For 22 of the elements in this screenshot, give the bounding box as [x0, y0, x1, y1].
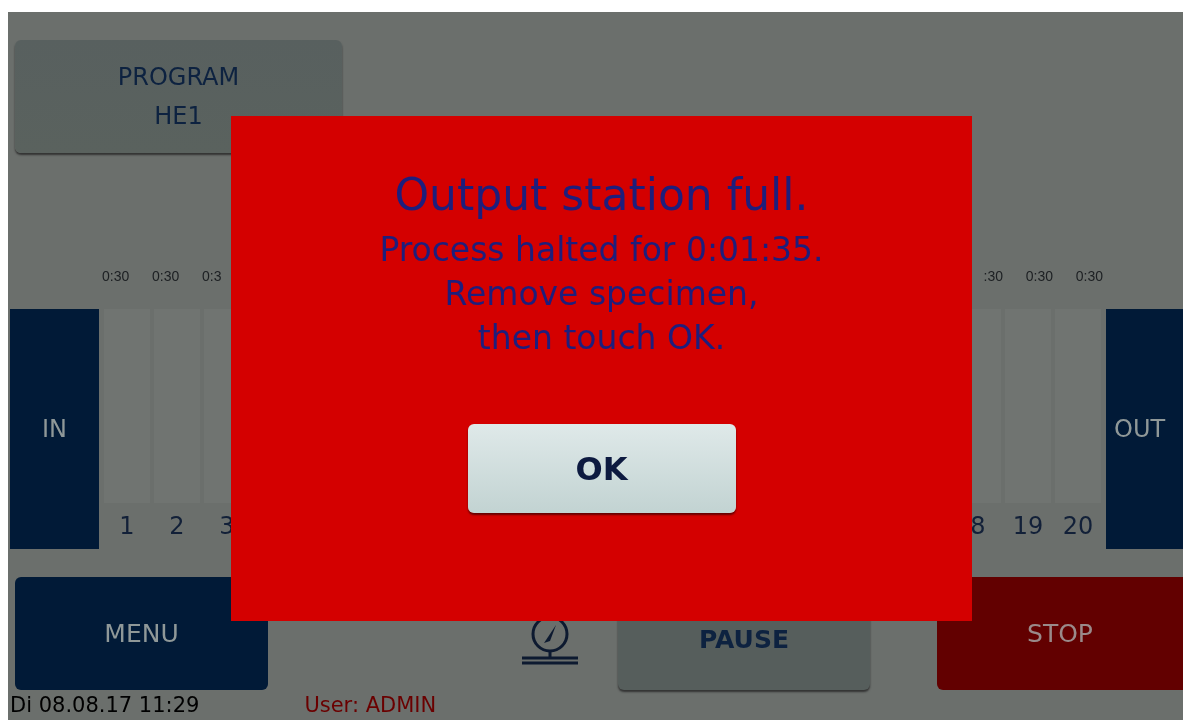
input-station-button[interactable]: IN	[10, 309, 99, 549]
dialog-title: Output station full.	[394, 168, 809, 222]
user-label: User: ADMIN	[304, 692, 437, 719]
station-number: 19	[1012, 511, 1044, 542]
date-time: Di 08.08.17 11:29	[10, 692, 200, 719]
station-time: 0:3	[202, 267, 223, 286]
dialog-message-line: Process halted for 0:01:35.	[379, 229, 824, 271]
station-time: :30	[982, 267, 1003, 286]
station-number: 2	[169, 511, 185, 542]
station-time: 0:30	[1074, 267, 1103, 286]
menu-button[interactable]: MENU	[15, 577, 268, 690]
station-number: 20	[1062, 511, 1094, 542]
station-time: 0:30	[102, 267, 131, 286]
dialog-message-line: then touch OK.	[477, 317, 726, 359]
station-time: 0:30	[1024, 267, 1053, 286]
output-station-button[interactable]: OUT	[1106, 309, 1183, 549]
station-time: 0:30	[152, 267, 181, 286]
dialog-message-line: Remove specimen,	[444, 273, 759, 315]
station-number: 1	[119, 511, 135, 542]
ok-button[interactable]: OK	[467, 424, 736, 513]
stop-button[interactable]: STOP	[937, 577, 1183, 690]
station-number: 8	[970, 511, 986, 542]
